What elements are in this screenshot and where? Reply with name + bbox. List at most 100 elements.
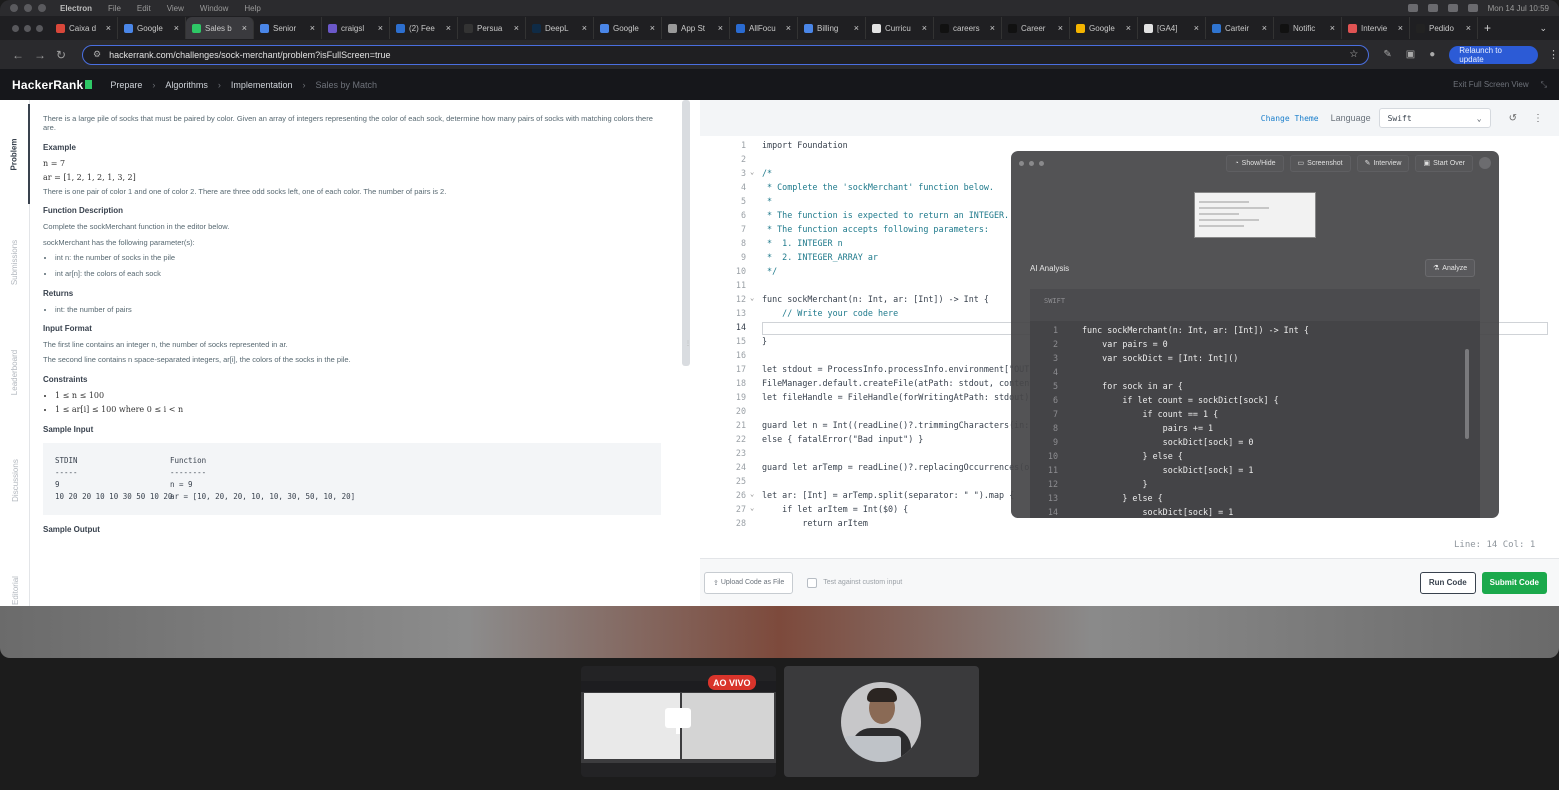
crumb-prepare[interactable]: Prepare	[110, 80, 142, 90]
close-icon[interactable]: ×	[242, 23, 247, 33]
close-icon[interactable]: ×	[854, 23, 859, 33]
menu-window[interactable]: Window	[200, 4, 228, 13]
tab-submissions[interactable]: Submissions	[0, 212, 30, 312]
close-icon[interactable]: ×	[174, 23, 179, 33]
forward-icon[interactable]: →	[34, 48, 46, 62]
fold-chevron-icon[interactable]: ⌄	[750, 504, 754, 512]
menu-help[interactable]: Help	[244, 4, 260, 13]
menu-file[interactable]: File	[108, 4, 121, 13]
window-controls[interactable]	[10, 4, 46, 12]
close-icon[interactable]: ×	[650, 23, 655, 33]
browser-tab[interactable]: Pedido ×	[1410, 17, 1478, 39]
status-icon[interactable]	[1427, 4, 1438, 12]
browser-tab[interactable]: Google ×	[118, 17, 186, 39]
collapse-icon[interactable]: ⤡	[1541, 80, 1547, 90]
analyze-button[interactable]: ⚗ Analyze	[1425, 259, 1476, 277]
fold-chevron-icon[interactable]: ⌄	[750, 294, 754, 302]
browser-tab[interactable]: DeepL ×	[526, 17, 594, 39]
close-icon[interactable]: ×	[718, 23, 723, 33]
tab-editorial[interactable]: Editorial	[0, 540, 30, 606]
new-tab-icon[interactable]: +	[1484, 21, 1491, 35]
tab-leaderboard[interactable]: Leaderboard	[0, 322, 30, 422]
overlay-window-controls[interactable]	[1019, 160, 1044, 166]
close-icon[interactable]: ×	[378, 23, 383, 33]
upload-code-button[interactable]: ⇪ Upload Code as File	[704, 571, 794, 594]
browser-tab[interactable]: careers ×	[934, 17, 1002, 39]
close-icon[interactable]: ×	[922, 23, 927, 33]
close-icon[interactable]: ×	[106, 23, 111, 33]
overlay-scrollbar[interactable]	[1465, 349, 1469, 439]
back-icon[interactable]: ←	[12, 48, 24, 62]
close-icon[interactable]: ×	[582, 23, 587, 33]
history-icon[interactable]: ↺	[1509, 113, 1517, 124]
participant-tile[interactable]	[784, 666, 979, 777]
battery-icon[interactable]	[1467, 4, 1478, 12]
close-icon[interactable]: ×	[1262, 23, 1267, 33]
browser-tab[interactable]: (2) Fee ×	[390, 17, 458, 39]
browser-tab[interactable]: App St ×	[662, 17, 730, 39]
custom-input-checkbox[interactable]	[807, 577, 818, 588]
screenshot-thumbnail[interactable]	[1194, 192, 1316, 238]
url-input[interactable]: ⚙ hackerrank.com/challenges/sock-merchan…	[82, 44, 1370, 65]
browser-tab[interactable]: Google ×	[1070, 17, 1138, 39]
more-options-icon[interactable]: ⋮	[1533, 113, 1543, 124]
browser-tab[interactable]: Notific ×	[1274, 17, 1342, 39]
browser-tab[interactable]: Sales b ×	[186, 17, 254, 39]
close-icon[interactable]: ×	[1398, 23, 1403, 33]
browser-tab[interactable]: Persua ×	[458, 17, 526, 39]
wifi-icon[interactable]	[1447, 4, 1458, 12]
browser-tab[interactable]: Career ×	[1002, 17, 1070, 39]
relaunch-button[interactable]: Relaunch to update	[1449, 45, 1538, 64]
bookmark-star-icon[interactable]: ☆	[1349, 49, 1358, 60]
tab-search-icon[interactable]: ⌄	[1539, 23, 1547, 34]
close-icon[interactable]: ×	[1330, 23, 1335, 33]
site-info-icon[interactable]: ⚙	[93, 49, 101, 60]
submit-code-button[interactable]: Submit Code	[1481, 571, 1547, 594]
browser-tab[interactable]: Caixa d ×	[50, 17, 118, 39]
settings-icon[interactable]	[1479, 157, 1491, 169]
reload-icon[interactable]: ↻	[56, 48, 66, 62]
crumb-implementation[interactable]: Implementation	[231, 80, 293, 90]
hackerrank-logo[interactable]: HackerRank	[12, 78, 93, 92]
browser-tab[interactable]: Billing ×	[798, 17, 866, 39]
traffic-lights[interactable]	[6, 24, 50, 32]
clock[interactable]: Mon 14 Jul 10:59	[1488, 4, 1549, 13]
pane-splitter[interactable]: ⋮	[680, 100, 700, 606]
close-icon[interactable]: ×	[1126, 23, 1131, 33]
tab-problem[interactable]: Problem	[0, 104, 30, 204]
close-icon[interactable]: ×	[990, 23, 995, 33]
puzzle-icon[interactable]: ▣	[1406, 49, 1415, 60]
crumb-algorithms[interactable]: Algorithms	[165, 80, 208, 90]
close-icon[interactable]: ×	[310, 23, 315, 33]
browser-tab[interactable]: Intervie ×	[1342, 17, 1410, 39]
custom-input-label[interactable]: Test against custom input	[823, 579, 902, 586]
interview-button[interactable]: ✎ Interview	[1356, 154, 1410, 172]
exit-fullscreen-link[interactable]: Exit Full Screen View	[1453, 80, 1528, 90]
fold-chevron-icon[interactable]: ⌄	[750, 168, 754, 176]
screenshot-button[interactable]: ▭ Screenshot	[1289, 154, 1351, 172]
more-menu-icon[interactable]: ⋮	[1548, 48, 1559, 61]
start-over-button[interactable]: ▣ Start Over	[1415, 154, 1473, 172]
menu-edit[interactable]: Edit	[137, 4, 151, 13]
close-icon[interactable]: ×	[786, 23, 791, 33]
close-icon[interactable]: ×	[446, 23, 451, 33]
browser-tab[interactable]: craigsl ×	[322, 17, 390, 39]
show-hide-button[interactable]: ◔ Show/Hide	[1226, 154, 1284, 172]
close-icon[interactable]: ×	[514, 23, 519, 33]
close-icon[interactable]: ×	[1194, 23, 1199, 33]
fold-chevron-icon[interactable]: ⌄	[750, 490, 754, 498]
menu-app[interactable]: Electron	[60, 4, 92, 13]
profile-icon[interactable]: ●	[1429, 49, 1435, 60]
browser-tab[interactable]: [GA4] ×	[1138, 17, 1206, 39]
browser-tab[interactable]: Google ×	[594, 17, 662, 39]
close-icon[interactable]: ×	[1058, 23, 1063, 33]
extension-icon[interactable]: ✎	[1383, 49, 1391, 60]
language-select[interactable]: Swift ⌄	[1378, 108, 1491, 128]
screen-share-tile[interactable]: AO VIVO	[581, 666, 776, 777]
menu-view[interactable]: View	[167, 4, 184, 13]
close-icon[interactable]: ×	[1466, 23, 1471, 33]
browser-tab[interactable]: Senior ×	[254, 17, 322, 39]
change-theme-link[interactable]: Change Theme	[1261, 114, 1319, 123]
ai-code-view[interactable]: 1 func sockMerchant(n: Int, ar: [Int]) ->…	[1030, 321, 1480, 518]
status-icon[interactable]	[1407, 4, 1418, 12]
